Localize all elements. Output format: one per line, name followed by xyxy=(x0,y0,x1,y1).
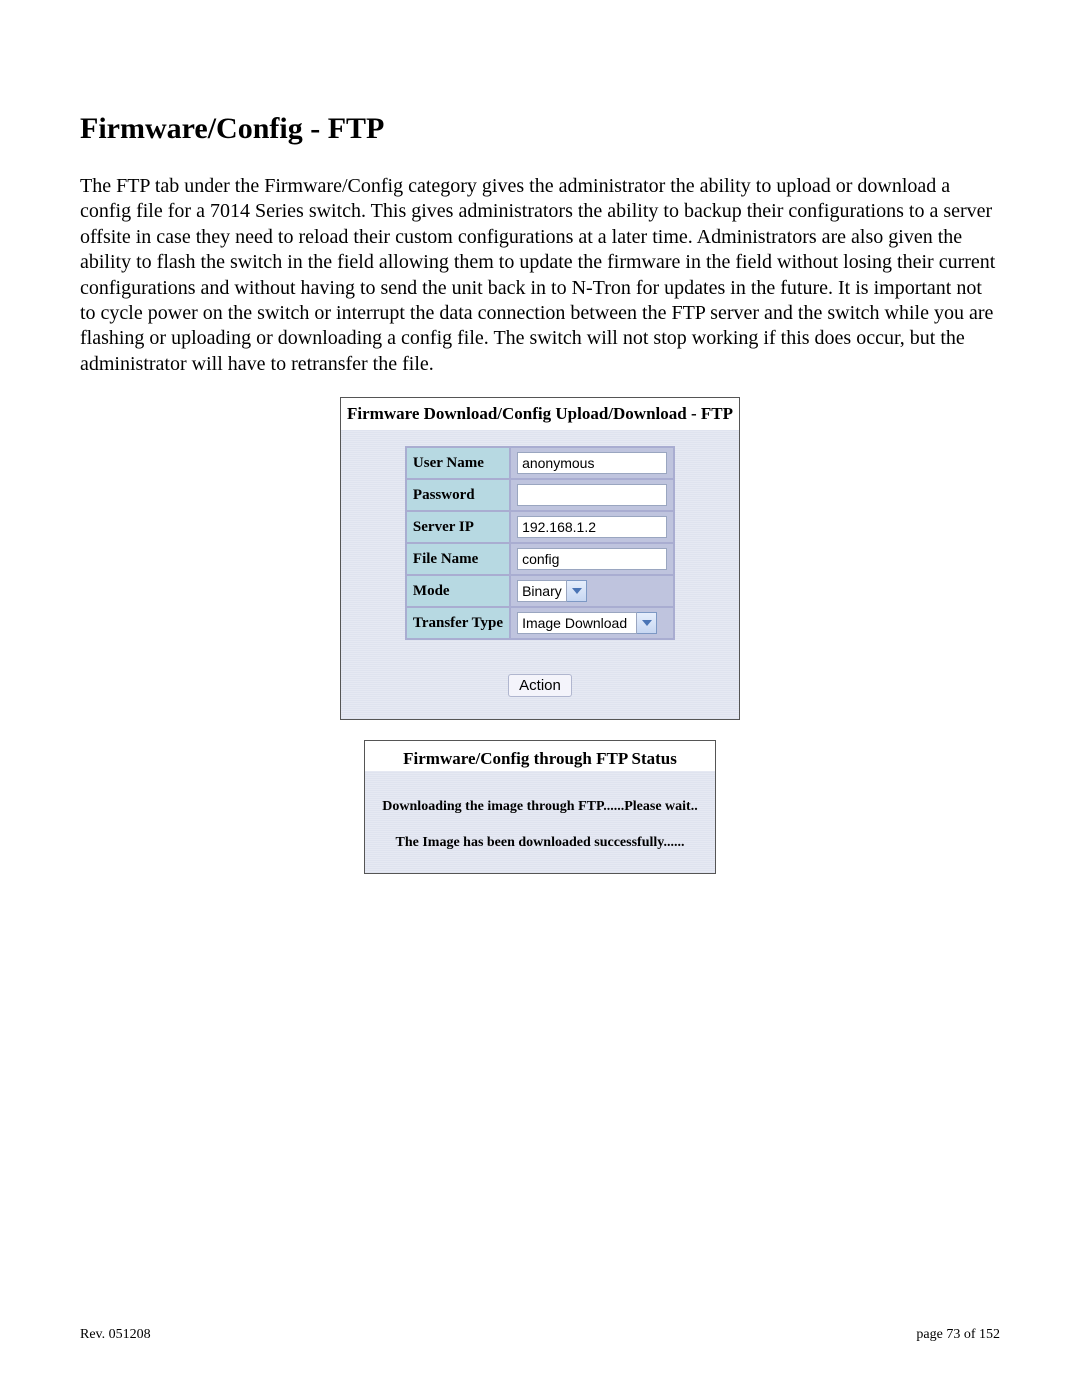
file-name-label: File Name xyxy=(406,543,510,575)
transfer-type-select-value: Image Download xyxy=(517,612,637,634)
page-footer: Rev. 051208 page 73 of 152 xyxy=(80,1327,1000,1343)
status-panel-body: Downloading the image through FTP......P… xyxy=(365,771,715,873)
footer-rev: Rev. 051208 xyxy=(80,1327,151,1343)
ftp-panel-body: User Name Password Server IP xyxy=(341,430,739,719)
footer-page: page 73 of 152 xyxy=(916,1327,1000,1343)
status-line-success: The Image has been downloaded successful… xyxy=(371,835,709,851)
ftp-row-mode: Mode Binary xyxy=(406,575,674,607)
chevron-down-icon[interactable] xyxy=(567,580,587,602)
ftp-panel-title: Firmware Download/Config Upload/Download… xyxy=(341,398,739,430)
action-button[interactable]: Action xyxy=(508,674,572,697)
transfer-type-select[interactable]: Image Download xyxy=(517,612,657,634)
chevron-down-icon[interactable] xyxy=(637,612,657,634)
ftp-form-table: User Name Password Server IP xyxy=(405,446,675,640)
ftp-row-transfer-type: Transfer Type Image Download xyxy=(406,607,674,639)
user-name-input[interactable] xyxy=(517,452,667,474)
user-name-label: User Name xyxy=(406,447,510,479)
password-input[interactable] xyxy=(517,484,667,506)
mode-select[interactable]: Binary xyxy=(517,580,587,602)
status-panel-title: Firmware/Config through FTP Status xyxy=(365,741,715,771)
ftp-row-file-name: File Name xyxy=(406,543,674,575)
server-ip-label: Server IP xyxy=(406,511,510,543)
server-ip-input[interactable] xyxy=(517,516,667,538)
transfer-type-label: Transfer Type xyxy=(406,607,510,639)
ftp-panel: Firmware Download/Config Upload/Download… xyxy=(340,397,740,720)
mode-select-value: Binary xyxy=(517,580,567,602)
file-name-input[interactable] xyxy=(517,548,667,570)
mode-label: Mode xyxy=(406,575,510,607)
body-paragraph: The FTP tab under the Firmware/Config ca… xyxy=(80,174,1000,377)
ftp-row-user-name: User Name xyxy=(406,447,674,479)
ftp-row-server-ip: Server IP xyxy=(406,511,674,543)
password-label: Password xyxy=(406,479,510,511)
page-title: Firmware/Config - FTP xyxy=(80,112,1000,146)
ftp-row-password: Password xyxy=(406,479,674,511)
status-line-downloading: Downloading the image through FTP......P… xyxy=(371,799,709,815)
status-panel: Firmware/Config through FTP Status Downl… xyxy=(364,740,716,874)
